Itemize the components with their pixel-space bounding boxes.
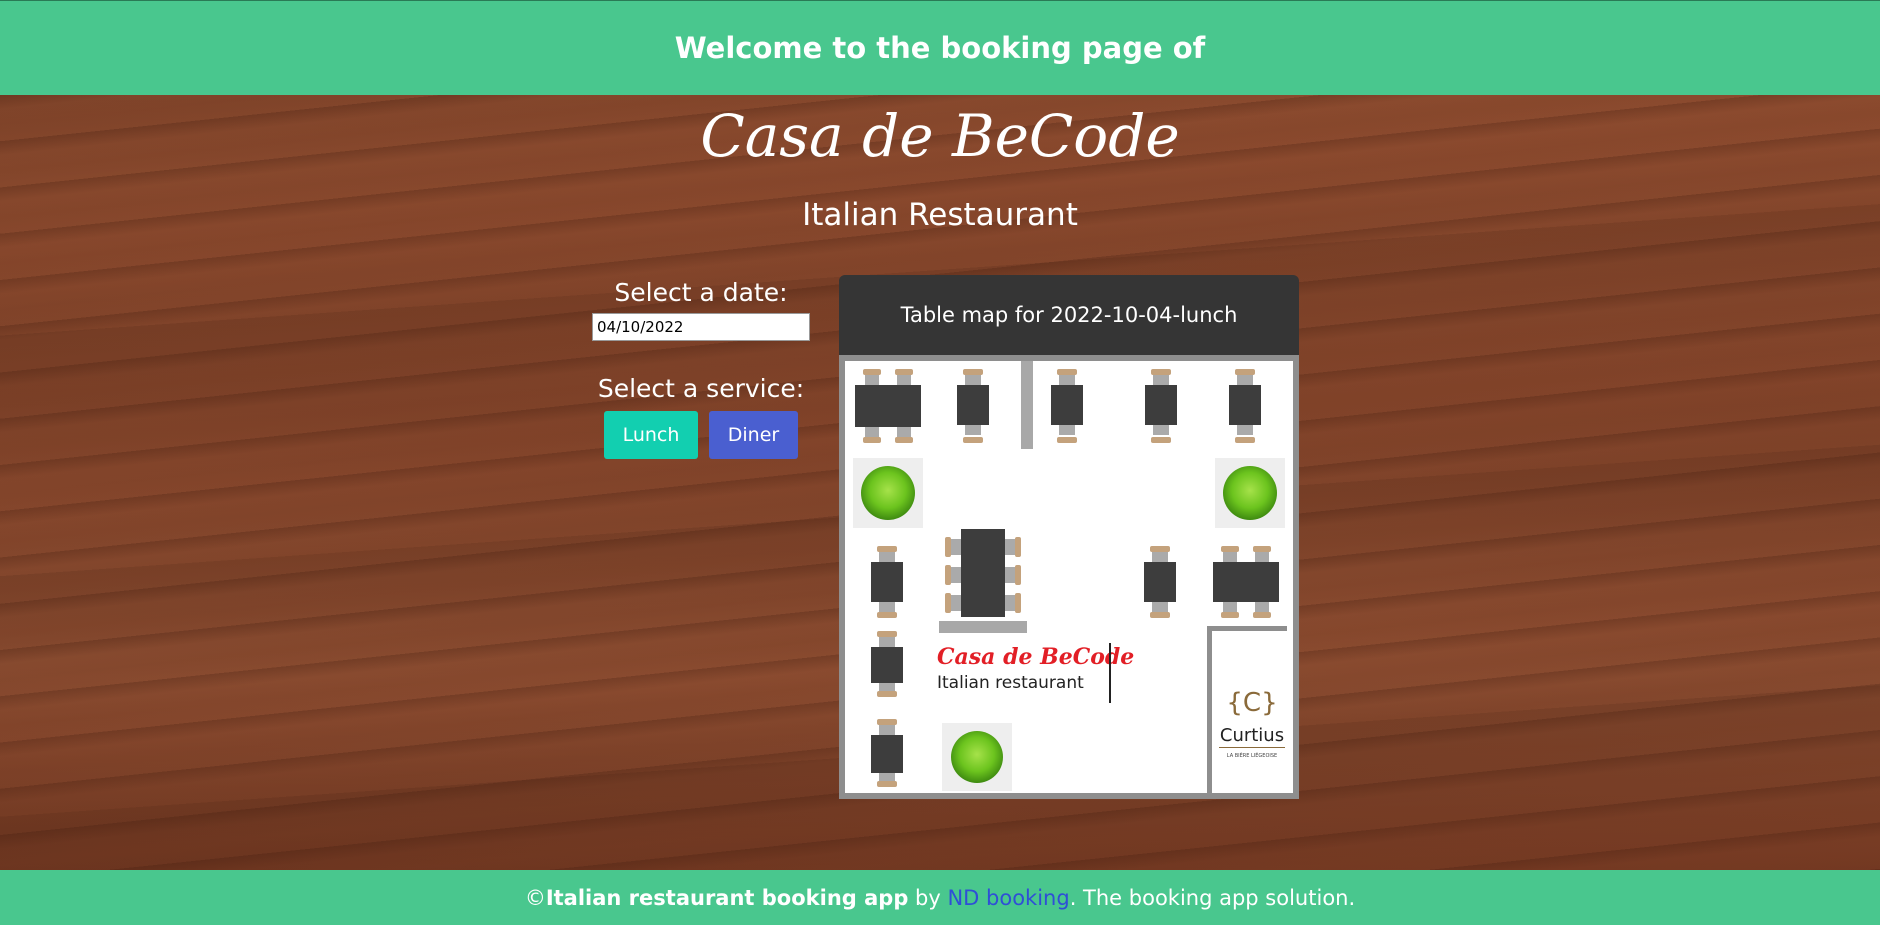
footer-tagline: . The booking app solution.: [1069, 885, 1356, 910]
page-header: Welcome to the booking page of: [0, 0, 1880, 95]
footer-by: by: [908, 885, 948, 910]
logo-divider: [1109, 643, 1111, 703]
table-9[interactable]: [871, 631, 903, 697]
restaurant-subtitle: Italian Restaurant: [802, 197, 1078, 233]
partner-name: Curtius: [1220, 725, 1284, 746]
date-input[interactable]: [592, 313, 810, 341]
table-1[interactable]: [855, 369, 921, 443]
table-large[interactable]: [945, 529, 1021, 617]
map-logo-subtitle: Italian restaurant: [937, 673, 1084, 693]
table-2[interactable]: [957, 369, 989, 443]
map-logo-name: Casa de BeCode: [937, 644, 1134, 670]
service-label: Select a service:: [597, 374, 805, 403]
table-4[interactable]: [1145, 369, 1177, 443]
nd-booking-link[interactable]: ND booking: [947, 886, 1069, 910]
table-8[interactable]: [1213, 546, 1279, 618]
table-6[interactable]: [871, 546, 903, 618]
room-wall-top: [1207, 626, 1287, 631]
table-10[interactable]: [871, 719, 903, 787]
copyright-symbol: ©: [524, 885, 546, 910]
service-buttons: Lunch Diner: [590, 411, 812, 459]
partner-divider: [1219, 747, 1285, 748]
table-map-floorplan: Casa de BeCode Italian restaurant {C} Cu…: [839, 355, 1299, 799]
table-5[interactable]: [1229, 369, 1261, 443]
booking-panel: Select a date: Select a service: Lunch D…: [590, 275, 812, 459]
partner-tagline: LA BIÈRE LIÉGEOISE: [1227, 751, 1277, 759]
plant-icon: [853, 458, 923, 528]
date-label: Select a date:: [614, 278, 788, 307]
plant-icon: [942, 723, 1012, 791]
table-map-title: Table map for 2022-10-04-lunch: [839, 275, 1299, 355]
diner-button[interactable]: Diner: [709, 411, 798, 459]
plant-icon: [1215, 458, 1285, 528]
wall-partition: [1021, 361, 1033, 449]
table-map: Table map for 2022-10-04-lunch Casa de B…: [839, 275, 1299, 799]
floorplan-svg: Casa de BeCode Italian restaurant {C} Cu…: [853, 361, 1287, 793]
page-title: Welcome to the booking page of: [674, 31, 1206, 65]
footer-app-name: Italian restaurant booking app: [545, 885, 909, 910]
table-7[interactable]: [1144, 546, 1176, 618]
curtius-logo-icon: {C}: [1226, 688, 1277, 718]
room-wall-left: [1207, 626, 1212, 793]
page-footer: © Italian restaurant booking app by ND b…: [0, 870, 1880, 925]
bar-counter: [939, 621, 1027, 633]
restaurant-name: Casa de BeCode: [700, 102, 1180, 170]
lunch-button[interactable]: Lunch: [604, 411, 698, 459]
table-3[interactable]: [1051, 369, 1083, 443]
